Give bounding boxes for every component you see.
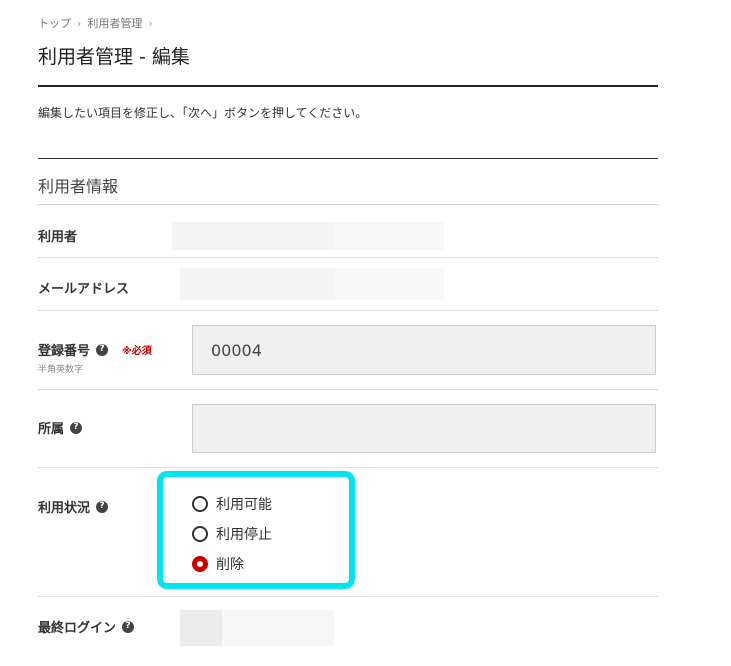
status-label-text: 利用状況 bbox=[38, 501, 91, 516]
last-login-label: 最終ログイン ? bbox=[38, 617, 135, 636]
page-title: 利用者管理 - 編集 bbox=[38, 46, 190, 68]
section-divider bbox=[38, 158, 658, 159]
affiliation-input[interactable] bbox=[192, 404, 656, 453]
reg-number-input[interactable]: 00004 bbox=[192, 325, 656, 375]
status-option-label: 利用可能 bbox=[216, 497, 272, 513]
section-title: 利用者情報 bbox=[38, 177, 119, 196]
radio-button-unchecked[interactable] bbox=[192, 496, 208, 512]
row-divider bbox=[38, 596, 658, 597]
last-login-label-text: 最終ログイン bbox=[38, 621, 117, 636]
email-value-redacted bbox=[334, 268, 444, 300]
email-value-redacted bbox=[180, 268, 334, 300]
row-divider bbox=[38, 467, 658, 468]
status-option-deleted[interactable]: 削除 bbox=[192, 554, 244, 574]
status-option-label: 利用停止 bbox=[216, 527, 272, 543]
user-value-redacted bbox=[172, 222, 334, 250]
row-divider bbox=[38, 389, 658, 390]
required-badge: ※必須 bbox=[122, 346, 152, 357]
affiliation-label-text: 所属 bbox=[38, 422, 65, 437]
status-label: 利用状況 ? bbox=[38, 497, 109, 516]
reg-number-value: 00004 bbox=[211, 340, 262, 360]
user-label: 利用者 bbox=[38, 226, 77, 245]
reg-number-label: 登録番号 ? ※必須 bbox=[38, 340, 152, 359]
question-circle-icon[interactable]: ? bbox=[96, 343, 109, 356]
reg-number-label-text: 登録番号 bbox=[38, 344, 91, 359]
breadcrumb-item-top[interactable]: トップ bbox=[38, 15, 71, 31]
row-divider bbox=[38, 310, 658, 311]
breadcrumb-item-user-management[interactable]: 利用者管理 bbox=[87, 15, 142, 31]
user-value-redacted bbox=[334, 222, 444, 250]
last-login-value-redacted bbox=[222, 610, 334, 646]
row-divider bbox=[38, 204, 658, 205]
question-circle-icon[interactable]: ? bbox=[70, 421, 83, 434]
breadcrumb-separator: › bbox=[77, 16, 82, 30]
radio-button-unchecked[interactable] bbox=[192, 526, 208, 542]
radio-button-checked[interactable] bbox=[192, 556, 208, 572]
breadcrumb-separator: › bbox=[148, 16, 153, 30]
question-circle-icon[interactable]: ? bbox=[122, 620, 135, 633]
user-label-text: 利用者 bbox=[38, 230, 78, 245]
question-circle-icon[interactable]: ? bbox=[96, 500, 109, 513]
status-option-suspended[interactable]: 利用停止 bbox=[192, 524, 272, 544]
row-divider bbox=[38, 257, 658, 258]
instruction-text: 編集したい項目を修正し、「次へ」ボタンを押してください。 bbox=[38, 106, 368, 120]
reg-number-hint: 半角英数字 bbox=[38, 365, 84, 375]
breadcrumb: トップ › 利用者管理 › bbox=[38, 15, 153, 31]
title-divider bbox=[38, 85, 658, 87]
last-login-value-redacted bbox=[180, 610, 222, 646]
status-option-available[interactable]: 利用可能 bbox=[192, 494, 272, 514]
email-label: メールアドレス bbox=[38, 278, 129, 297]
status-option-label: 削除 bbox=[216, 557, 244, 573]
email-label-text: メールアドレス bbox=[38, 282, 130, 297]
affiliation-label: 所属 ? bbox=[38, 418, 83, 437]
